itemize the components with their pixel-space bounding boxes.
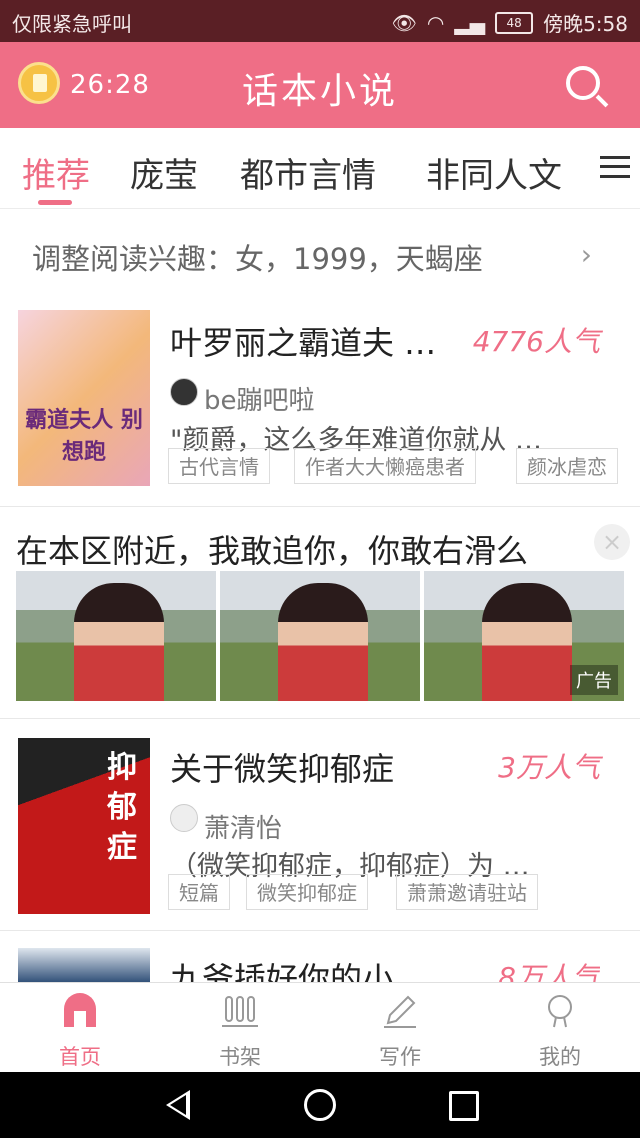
nav-profile[interactable]: 我的 (480, 983, 640, 1073)
pencil-icon (384, 995, 416, 1028)
nav-label: 首页 (59, 1045, 101, 1069)
status-icons: 👁 ◠ ▂▄ 48 傍晚5:58 (391, 8, 628, 37)
book-title: 叶罗丽之霸道夫 … (170, 324, 437, 362)
book-cover: 霸道夫人 别想跑 (18, 310, 150, 486)
back-icon[interactable] (166, 1090, 190, 1120)
divider (0, 506, 640, 507)
wifi-icon: ◠ (426, 10, 445, 35)
ad-badge: 广告 (570, 665, 618, 695)
nav-label: 我的 (539, 1045, 581, 1069)
tag[interactable]: 萧萧邀请驻站 (396, 874, 538, 910)
category-tabs: 推荐 庞莹 都市言情 非同人文 (0, 128, 640, 209)
book-title: 关于微笑抑郁症 (170, 750, 395, 788)
nav-home[interactable]: 首页 (0, 983, 160, 1073)
tab-recommended[interactable]: 推荐 (22, 148, 90, 197)
divider (0, 718, 640, 719)
search-icon[interactable] (566, 66, 600, 100)
ad-image: 广告 (424, 571, 624, 701)
book-cover (18, 948, 150, 982)
divider (0, 930, 640, 931)
tab-indicator (38, 200, 72, 205)
bottom-nav: 首页 书架 写作 我的 (0, 982, 640, 1073)
popularity: 8万人气 (498, 961, 600, 982)
profile-icon (548, 995, 572, 1028)
tag[interactable]: 作者大大懒癌患者 (294, 448, 476, 484)
home-button-icon[interactable] (304, 1089, 336, 1121)
nav-bookshelf[interactable]: 书架 (160, 983, 320, 1073)
popularity: 3万人气 (498, 751, 600, 784)
bookshelf-icon (222, 996, 258, 1027)
avatar (170, 378, 198, 406)
tag[interactable]: 微笑抑郁症 (246, 874, 368, 910)
tag[interactable]: 古代言情 (168, 448, 270, 484)
ad-image (220, 571, 420, 701)
nav-write[interactable]: 写作 (320, 983, 480, 1073)
reading-interest-link[interactable]: 调整阅读兴趣：女，1999，天蝎座 (32, 236, 592, 278)
ad-title: 在本区附近，我敢追你，你敢右滑么 (16, 532, 529, 570)
tab-urban-romance[interactable]: 都市言情 (240, 148, 376, 197)
book-cover: 抑郁症 (18, 738, 150, 914)
author-name: 萧清怡 (204, 814, 283, 844)
tag[interactable]: 短篇 (168, 874, 230, 910)
menu-icon[interactable] (600, 156, 630, 178)
home-icon (64, 993, 96, 1027)
nav-label: 书架 (219, 1045, 261, 1069)
app-title: 话本小说 (241, 71, 398, 112)
system-nav-bar (0, 1072, 640, 1138)
nav-label: 写作 (379, 1045, 421, 1069)
eye-icon: 👁 (391, 10, 417, 35)
avatar (170, 804, 198, 832)
close-icon[interactable]: × (594, 524, 630, 560)
recent-apps-icon[interactable] (449, 1091, 479, 1121)
signal-icon: ▂▄ (454, 10, 486, 35)
popularity: 4776人气 (472, 325, 600, 358)
carrier-text: 仅限紧急呼叫 (12, 12, 132, 36)
cover-title: 霸道夫人 别想跑 (25, 408, 143, 465)
chevron-right-icon: › (580, 238, 592, 271)
cover-title: 抑郁症 (107, 750, 137, 865)
tab-pangying[interactable]: 庞莹 (130, 148, 198, 197)
app-header: 26:28 话本小说 (0, 42, 640, 128)
book-description: （微笑抑郁症，抑郁症）为 … (170, 851, 530, 882)
tag[interactable]: 颜冰虐恋 (516, 448, 618, 484)
tab-non-fanfic[interactable]: 非同人文 (426, 148, 562, 197)
battery-icon: 48 (495, 11, 534, 34)
ad-image (16, 571, 216, 701)
status-time: 傍晚5:58 (543, 12, 628, 36)
author-name: be蹦吧啦 (204, 386, 315, 416)
status-bar: 仅限紧急呼叫 👁 ◠ ▂▄ 48 傍晚5:58 (0, 0, 640, 42)
book-title: 九爷插好你的小 … (170, 960, 437, 982)
